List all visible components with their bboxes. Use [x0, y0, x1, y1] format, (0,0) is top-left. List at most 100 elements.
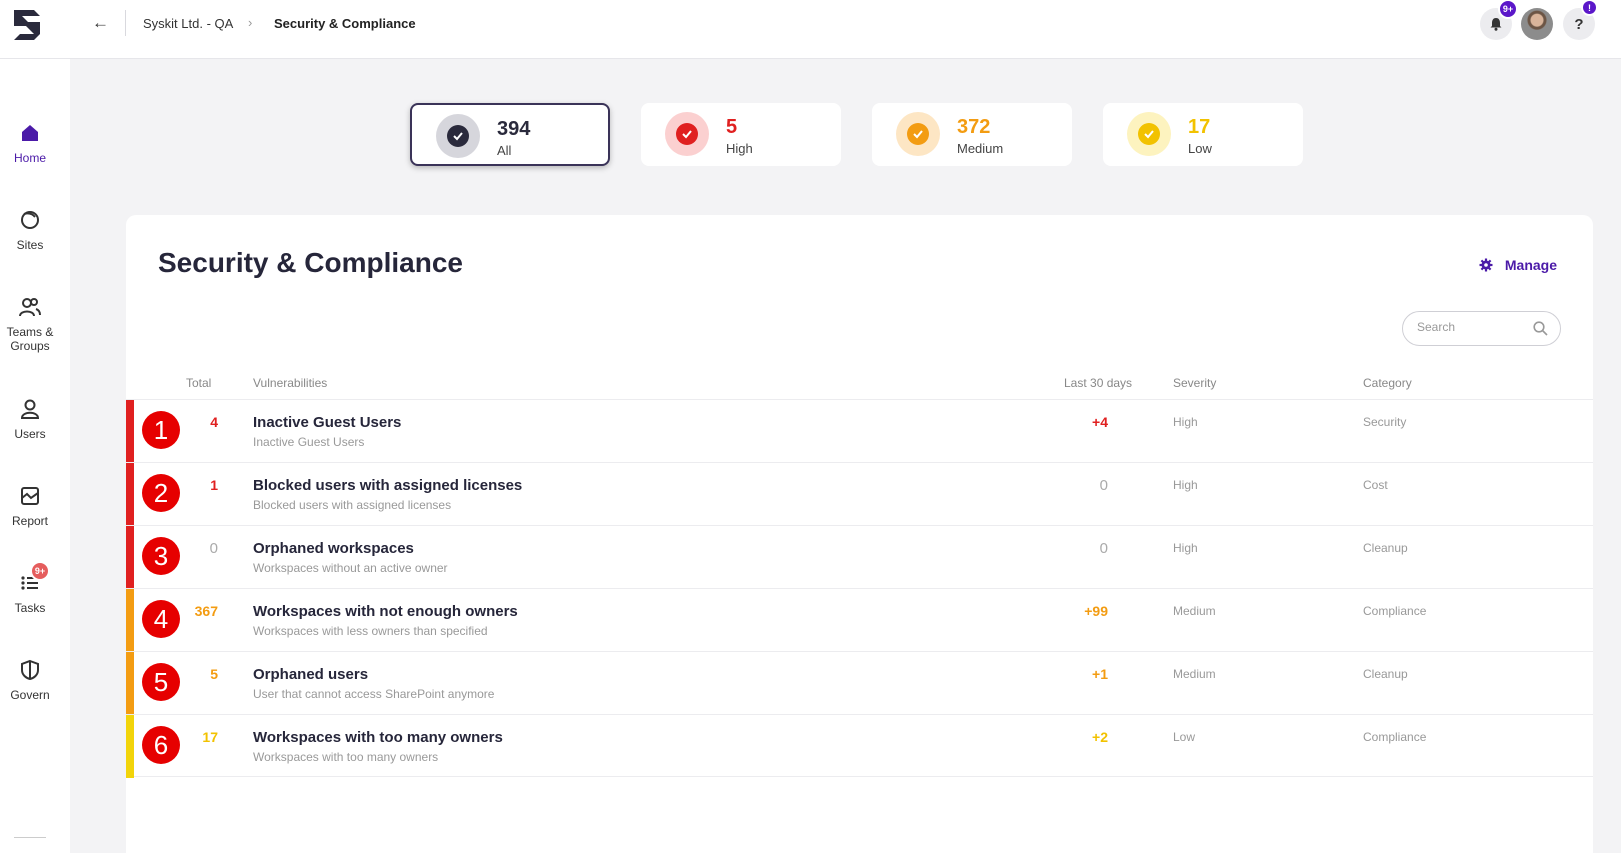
row-title: Inactive Guest Users	[253, 414, 402, 431]
filter-card-medium[interactable]: 372 Medium	[872, 103, 1072, 166]
table-row[interactable]: 1 4 Inactive Guest Users Inactive Guest …	[126, 399, 1593, 463]
filter-card-all[interactable]: 394 All	[410, 103, 610, 166]
breadcrumb-current: Security & Compliance	[274, 16, 416, 31]
sidebar-item-users[interactable]: Users	[0, 397, 60, 441]
row-description: Workspaces with too many owners	[253, 750, 439, 764]
avatar[interactable]	[1521, 8, 1553, 40]
all-status-icon	[436, 114, 480, 158]
row-severity: High	[1173, 478, 1198, 492]
row-last30: +4	[1092, 414, 1108, 430]
all-count: 394	[497, 118, 531, 140]
row-total: 5	[210, 666, 218, 682]
teams-icon	[19, 298, 41, 317]
row-last30: +2	[1092, 729, 1108, 745]
low-status-icon	[1127, 112, 1171, 156]
row-description: Inactive Guest Users	[253, 435, 365, 449]
medium-status-icon	[896, 112, 940, 156]
severity-bar	[126, 652, 134, 715]
question-icon: ?	[1574, 15, 1584, 33]
severity-bar	[126, 526, 134, 589]
row-category: Compliance	[1363, 730, 1427, 744]
sidebar-item-label: Teams &	[6, 325, 54, 339]
sites-icon	[21, 211, 39, 229]
row-severity: High	[1173, 541, 1198, 555]
low-count: 17	[1188, 116, 1211, 138]
table-row[interactable]: 3 0 Orphaned workspaces Workspaces witho…	[126, 525, 1593, 589]
vulnerabilities-panel: Security & Compliance Manage Total Vulne…	[126, 215, 1593, 853]
row-description: Workspaces with less owners than specifi…	[253, 624, 488, 638]
sidebar-item-label: Govern	[10, 688, 50, 702]
divider	[125, 10, 126, 36]
row-total: 367	[194, 603, 218, 619]
row-total: 4	[210, 414, 218, 430]
help-badge: !	[1581, 0, 1598, 16]
row-category: Cleanup	[1363, 541, 1408, 555]
row-severity: Medium	[1173, 604, 1216, 618]
sidebar-item-label: Home	[13, 151, 46, 165]
gear-icon	[1479, 258, 1493, 272]
search-icon[interactable]	[1533, 321, 1548, 336]
user-icon	[20, 399, 40, 419]
row-last30: +1	[1092, 666, 1108, 682]
column-header-total[interactable]: Total	[186, 376, 211, 390]
row-category: Cleanup	[1363, 667, 1408, 681]
sidebar-item-home[interactable]: Home	[0, 121, 60, 165]
row-last30: 0	[1099, 540, 1108, 557]
row-title: Orphaned users	[253, 666, 369, 683]
row-title: Blocked users with assigned licenses	[253, 477, 523, 494]
severity-bar	[126, 463, 134, 526]
high-count: 5	[726, 116, 738, 138]
column-header-category[interactable]: Category	[1363, 376, 1412, 390]
sidebar-item-label: Report	[11, 514, 49, 528]
row-last30: +99	[1084, 603, 1108, 619]
shield-icon	[21, 659, 39, 681]
manage-label: Manage	[1504, 257, 1557, 273]
table-row[interactable]: 6 17 Workspaces with too many owners Wor…	[126, 714, 1593, 778]
sidebar-item-sites[interactable]: Sites	[0, 208, 60, 252]
filter-card-high[interactable]: 5 High	[641, 103, 841, 166]
bell-icon	[1490, 18, 1502, 31]
table-row[interactable]: 2 1 Blocked users with assigned licenses…	[126, 462, 1593, 526]
row-severity: Low	[1173, 730, 1196, 744]
notifications-button[interactable]: 9+	[1480, 0, 1518, 40]
sidebar-divider	[14, 837, 46, 838]
row-severity: High	[1173, 415, 1198, 429]
search-box[interactable]	[1402, 311, 1561, 346]
sidebar-item-label: Sites	[16, 238, 44, 252]
sidebar-item-label: Users	[14, 427, 46, 441]
syskit-logo[interactable]	[8, 6, 46, 42]
sidebar-item-tasks[interactable]: 9+ Tasks	[0, 561, 60, 615]
filter-card-low[interactable]: 17 Low	[1103, 103, 1303, 166]
sidebar: Home Sites Teams & Groups Users Report 9…	[0, 59, 70, 853]
all-label: All	[497, 143, 512, 158]
severity-bar	[126, 715, 134, 778]
sidebar-item-label: Tasks	[14, 601, 46, 615]
sidebar-item-teams[interactable]: Teams & Groups	[0, 295, 60, 353]
row-total: 1	[210, 477, 218, 493]
help-button[interactable]: ? !	[1563, 0, 1598, 40]
sidebar-item-label-line2: Groups	[10, 339, 50, 353]
row-last30: 0	[1099, 477, 1108, 494]
row-title: Workspaces with too many owners	[253, 729, 503, 746]
high-label: High	[726, 141, 753, 156]
breadcrumb-separator: ›	[248, 15, 253, 30]
search-input[interactable]	[1417, 320, 1527, 334]
row-description: Workspaces without an active owner	[253, 561, 448, 575]
breadcrumb-org[interactable]: Syskit Ltd. - QA	[143, 16, 233, 31]
row-title: Orphaned workspaces	[253, 540, 414, 557]
sidebar-item-report[interactable]: Report	[0, 484, 60, 528]
table-row[interactable]: 4 367 Workspaces with not enough owners …	[126, 588, 1593, 652]
column-header-vulnerabilities[interactable]: Vulnerabilities	[253, 376, 327, 390]
row-severity: Medium	[1173, 667, 1216, 681]
table-row[interactable]: 5 5 Orphaned users User that cannot acce…	[126, 651, 1593, 715]
medium-count: 372	[957, 116, 991, 138]
back-arrow-icon[interactable]: ←	[92, 13, 109, 33]
sidebar-item-govern[interactable]: Govern	[0, 658, 60, 702]
severity-bar	[126, 400, 134, 463]
column-header-severity[interactable]: Severity	[1173, 376, 1216, 390]
low-label: Low	[1188, 141, 1212, 156]
tasks-badge: 9+	[30, 561, 50, 581]
column-header-last30[interactable]: Last 30 days	[1064, 376, 1132, 390]
manage-button[interactable]: Manage	[1479, 257, 1557, 273]
row-description: User that cannot access SharePoint anymo…	[253, 687, 495, 701]
